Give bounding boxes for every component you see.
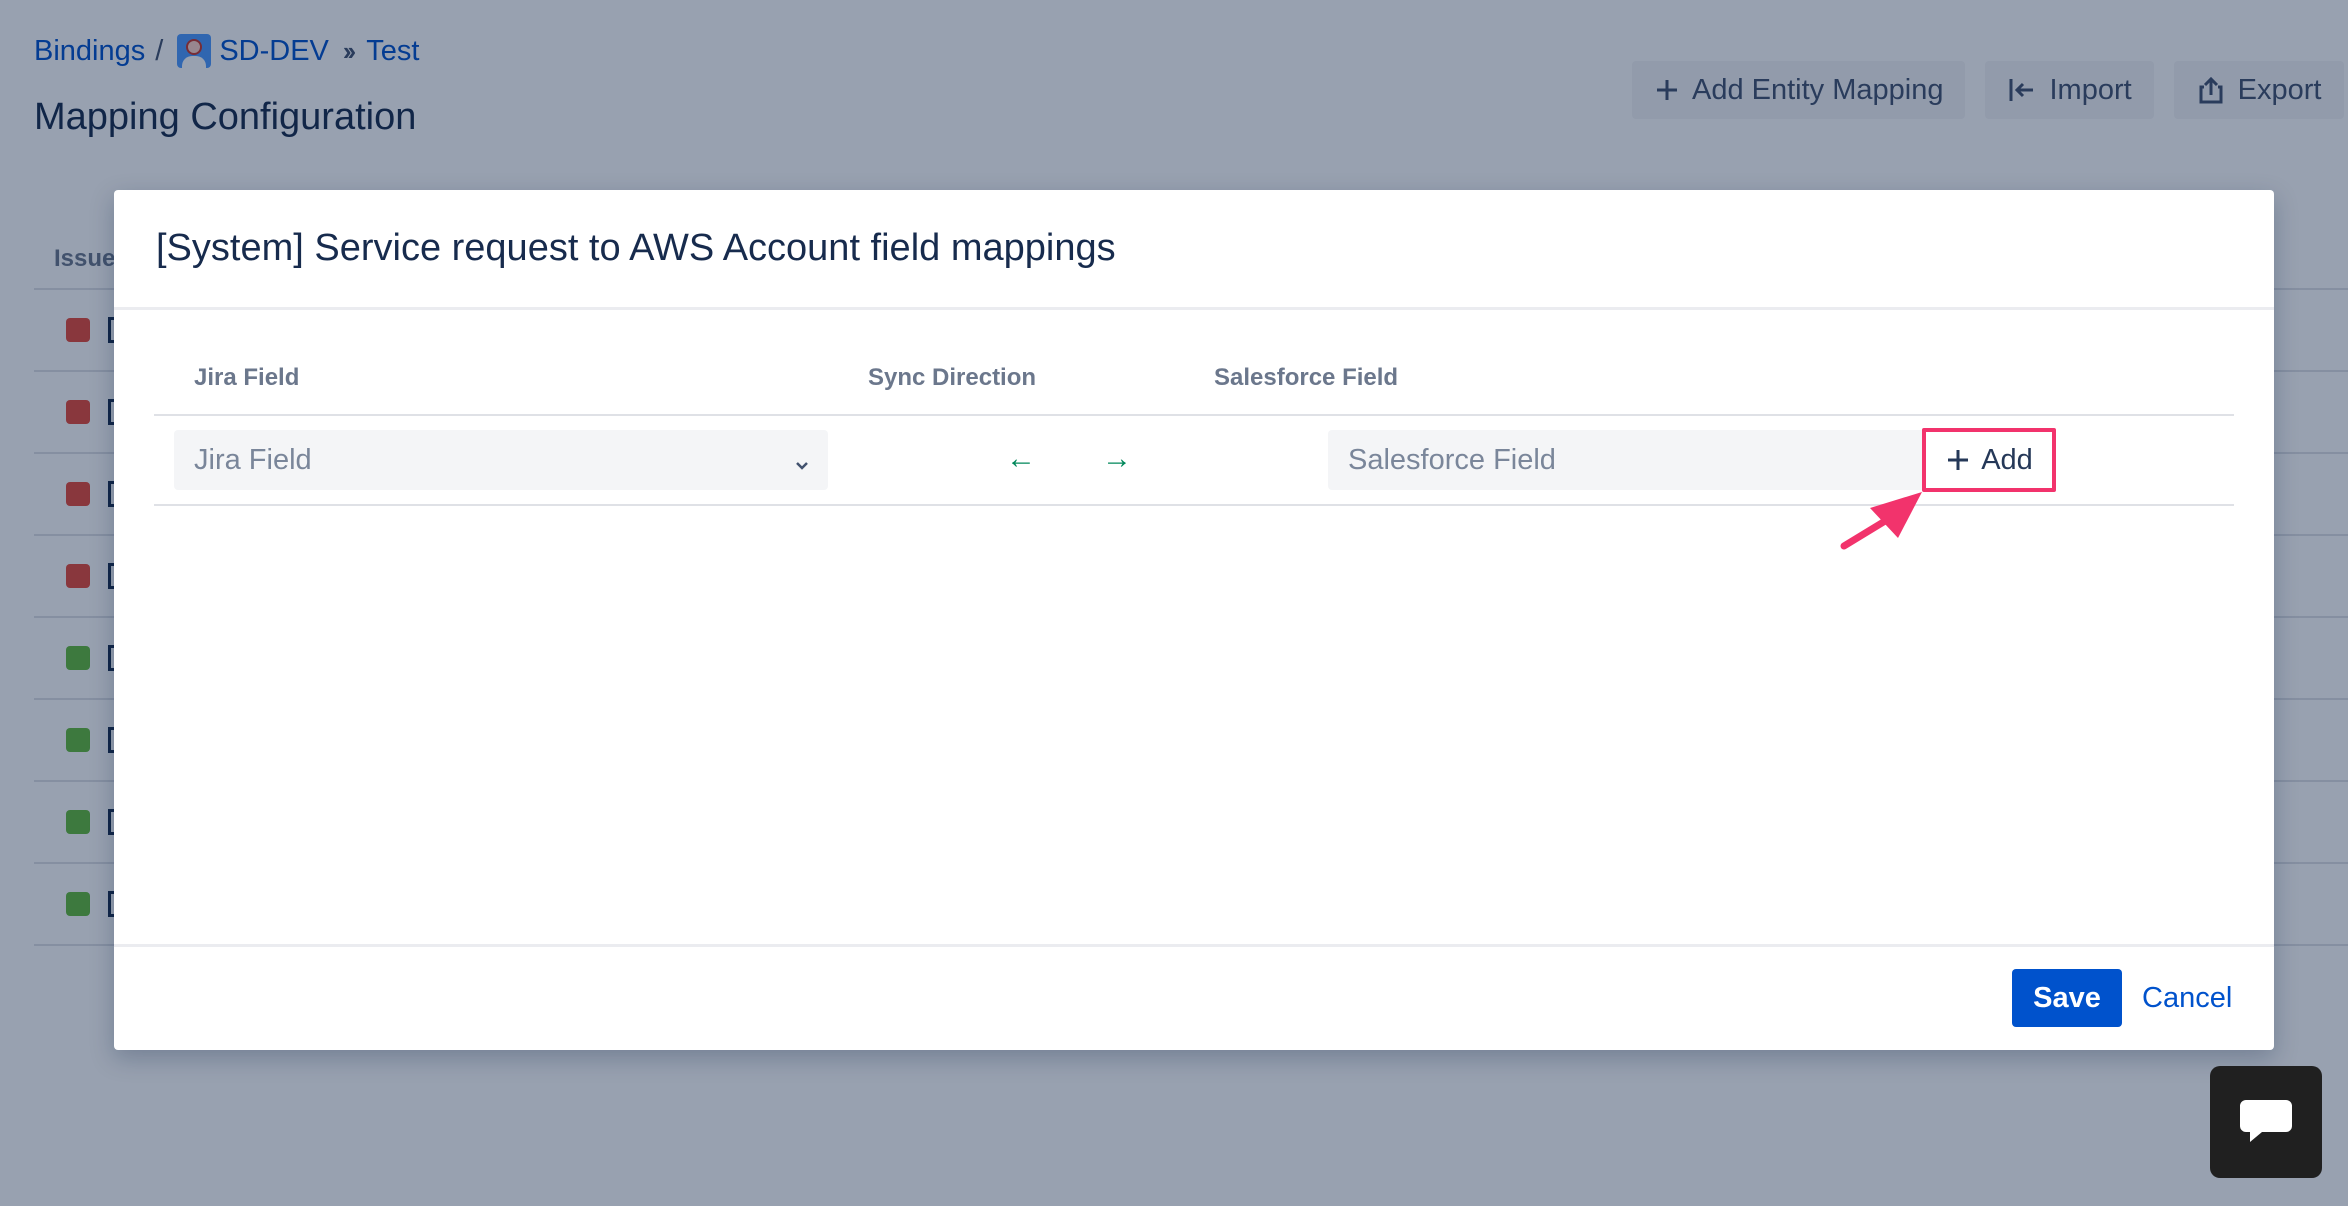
cancel-button[interactable]: Cancel [2142, 969, 2232, 1027]
salesforce-field-column-header: Salesforce Field [1214, 364, 1399, 391]
save-button[interactable]: Save [2012, 969, 2122, 1027]
chevron-down-icon [792, 450, 812, 483]
jira-field-select[interactable]: Jira Field [174, 430, 828, 490]
sync-direction-column-header: Sync Direction [868, 364, 1037, 391]
mapping-table-header: Jira Field Sync Direction Salesforce Fie… [154, 360, 2234, 416]
dialog-footer: Save Cancel [114, 944, 2274, 1050]
dialog-title: [System] Service request to AWS Account … [156, 227, 1116, 269]
chat-icon [2236, 1092, 2296, 1153]
plus-icon [1945, 447, 1971, 473]
jira-field-column-header: Jira Field [194, 364, 300, 391]
chat-widget-button[interactable] [2210, 1066, 2322, 1178]
jira-field-placeholder: Jira Field [194, 443, 312, 476]
sync-right-arrow-icon[interactable]: → [1102, 442, 1132, 476]
pointer-arrow-icon [1840, 492, 1922, 550]
salesforce-field-placeholder: Salesforce Field [1348, 443, 1556, 476]
add-mapping-label: Add [1981, 443, 2033, 476]
sync-left-arrow-icon[interactable]: ← [1006, 442, 1036, 476]
dialog-header: [System] Service request to AWS Account … [114, 190, 2274, 310]
field-mappings-dialog: [System] Service request to AWS Account … [114, 190, 2274, 1050]
